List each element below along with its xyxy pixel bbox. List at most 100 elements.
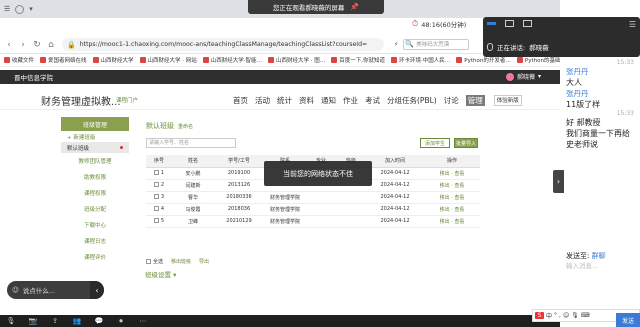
sidebar-item-label: 默认班级 xyxy=(67,145,90,152)
extension-icon[interactable]: ⚡ xyxy=(394,41,398,48)
row-no-cell[interactable]: 3 xyxy=(146,191,172,204)
browser-menu-icon[interactable]: ☰ xyxy=(4,5,10,13)
bookmark-item[interactable]: 山西财经大学 xyxy=(92,56,134,64)
bookmark-item[interactable]: 山西财经大学 · 网站 xyxy=(139,56,197,64)
sidebar-item-review[interactable]: 课程评价 xyxy=(61,249,129,265)
sidebar-head[interactable]: 班级管理 xyxy=(61,117,129,131)
select-all[interactable]: 全选 xyxy=(146,258,163,265)
address-bar[interactable]: 🔒 https://mooc1-1.chaoxing.com/mooc-ans/… xyxy=(62,38,384,51)
nav-resources[interactable]: 资料 xyxy=(299,95,314,106)
row-no-cell[interactable]: 4 xyxy=(146,203,172,216)
emoji-icon[interactable]: ☺ xyxy=(12,286,19,294)
chevron-right-icon[interactable]: › xyxy=(553,170,564,193)
student-dept: 财务管理学院 xyxy=(264,191,306,204)
mic-icon[interactable]: 🎙 xyxy=(0,316,22,326)
url-text: https://mooc1-1.chaoxing.com/mooc-ans/te… xyxy=(79,41,368,48)
user-menu[interactable]: 郝晓薇 ▾ xyxy=(506,72,541,81)
rename-link[interactable]: 重命名 xyxy=(178,123,193,130)
sidebar-item-log[interactable]: 课程日志 xyxy=(61,233,129,249)
sidebar-item-assistant[interactable]: 助教权限 xyxy=(61,169,129,185)
minimize-icon[interactable] xyxy=(487,22,496,25)
course-portal-link[interactable]: 课程门户 xyxy=(116,96,138,104)
layout-icon[interactable] xyxy=(523,20,532,27)
nav-pbl[interactable]: 分组任务(PBL) xyxy=(387,95,437,106)
speaking-indicator: 正在讲话: 郝晓薇 xyxy=(487,42,549,52)
chat-pill[interactable]: ☺ 说点什么... ‹ xyxy=(7,281,104,299)
import-student-button[interactable]: 批量导入 xyxy=(454,138,478,148)
bookmark-item[interactable]: 收藏文件 xyxy=(4,56,34,64)
voice-icon[interactable]: 🎙 xyxy=(571,312,579,319)
nav-activity[interactable]: 活动 xyxy=(255,95,270,106)
row-checkbox[interactable] xyxy=(153,206,159,211)
browser-search-input[interactable]: 美味码大荒漠 xyxy=(403,39,470,50)
nav-exam[interactable]: 考试 xyxy=(365,95,380,106)
remove-class-button[interactable]: 移出班级 xyxy=(171,258,191,265)
ime-logo[interactable]: S xyxy=(535,312,544,319)
bookmark-item[interactable]: Python的开发者… xyxy=(456,56,511,64)
bookmark-item[interactable]: 环卡环境·中国人民… xyxy=(391,56,450,64)
keyboard-icon[interactable]: ⌨ xyxy=(581,312,590,319)
add-student-button[interactable]: 添加学生 xyxy=(420,138,450,148)
select-all-checkbox[interactable] xyxy=(146,259,151,264)
nav-notice[interactable]: 通知 xyxy=(321,95,336,106)
row-checkbox[interactable] xyxy=(153,194,159,199)
window-icon[interactable] xyxy=(505,20,514,27)
row-checkbox[interactable] xyxy=(153,218,159,223)
sidebar-item-default-class[interactable]: 默认班级 xyxy=(61,142,129,153)
export-button[interactable]: 导出 xyxy=(199,258,209,265)
nav-stats[interactable]: 统计 xyxy=(277,95,292,106)
chat-icon[interactable]: 💬 xyxy=(88,316,110,326)
dropdown-icon[interactable]: ▾ xyxy=(29,5,33,13)
column-header: 操作 xyxy=(424,155,480,168)
row-actions[interactable]: 移出 · 查看 xyxy=(424,167,480,180)
shield-icon[interactable] xyxy=(15,4,25,14)
add-class-button[interactable]: + 新建班级 xyxy=(61,131,129,142)
bookmark-item[interactable]: 山西财经大学 · 图… xyxy=(268,56,325,64)
nav-home[interactable]: 首页 xyxy=(233,95,248,106)
send-to-target[interactable]: 群聊 xyxy=(592,252,606,260)
row-no-cell[interactable]: 5 xyxy=(146,215,172,228)
bookmark-item[interactable]: 百度一下,你就知道 xyxy=(331,56,385,64)
row-actions[interactable]: 移出 · 查看 xyxy=(424,191,480,204)
nav-discussion[interactable]: 讨论 xyxy=(444,95,459,106)
record-icon[interactable]: ⏺ xyxy=(110,316,132,326)
new-version-button[interactable]: 体验新版 xyxy=(493,95,522,106)
forward-icon[interactable]: › xyxy=(18,40,28,50)
ime-lang[interactable]: 中 xyxy=(546,311,552,320)
row-actions[interactable]: 移出 · 查看 xyxy=(424,203,480,216)
nav-manage[interactable]: 管理 xyxy=(465,95,485,106)
bookmark-item[interactable]: 爱国者网络在线 xyxy=(40,56,87,64)
row-no-cell[interactable]: 1 xyxy=(146,167,172,180)
menu-icon[interactable]: ☰ xyxy=(629,20,636,29)
row-no-cell[interactable]: 2 xyxy=(146,179,172,192)
student-name: 曹华 xyxy=(172,191,214,204)
sidebar-item-permission[interactable]: 课程权限 xyxy=(61,185,129,201)
sidebar-item-class-assign[interactable]: 班级分配 xyxy=(61,201,129,217)
send-button[interactable]: 发送 xyxy=(616,313,640,327)
nav-homework[interactable]: 作业 xyxy=(343,95,358,106)
home-icon[interactable]: ⌂ xyxy=(46,40,56,50)
ime-dot[interactable]: ° xyxy=(554,312,557,319)
pin-icon[interactable]: 📌 xyxy=(350,3,359,11)
message-input[interactable]: 输入消息... xyxy=(566,260,636,310)
row-actions[interactable]: 移出 · 查看 xyxy=(424,215,480,228)
sidebar-item-download[interactable]: 下载中心 xyxy=(61,217,129,233)
chevron-left-icon[interactable]: ‹ xyxy=(90,281,104,299)
back-icon[interactable]: ‹ xyxy=(4,40,14,50)
bookmark-item[interactable]: Python的基础与… xyxy=(516,56,560,64)
share-icon[interactable]: ⇪ xyxy=(44,316,66,326)
row-checkbox[interactable] xyxy=(153,182,159,187)
ime-punct[interactable]: , xyxy=(559,312,561,319)
more-icon[interactable]: ⋯ xyxy=(132,316,154,326)
reload-icon[interactable]: ↻ xyxy=(32,40,42,50)
row-checkbox[interactable] xyxy=(153,170,159,175)
emoji-icon[interactable]: ☺ xyxy=(563,312,569,319)
chat-pill-input[interactable]: 说点什么... xyxy=(23,285,86,295)
student-search-input[interactable]: 请输入学号、姓名 xyxy=(146,138,236,148)
camera-icon[interactable]: 📷 xyxy=(22,316,44,326)
class-settings-link[interactable]: 班级设置 ▾ xyxy=(145,269,176,279)
members-icon[interactable]: 👥 xyxy=(66,316,88,326)
sidebar-item-team[interactable]: 教师团队管理 xyxy=(61,153,129,169)
bookmark-item[interactable]: 山西财经大学·智能… xyxy=(202,56,262,64)
row-actions[interactable]: 移出 · 查看 xyxy=(424,179,480,192)
